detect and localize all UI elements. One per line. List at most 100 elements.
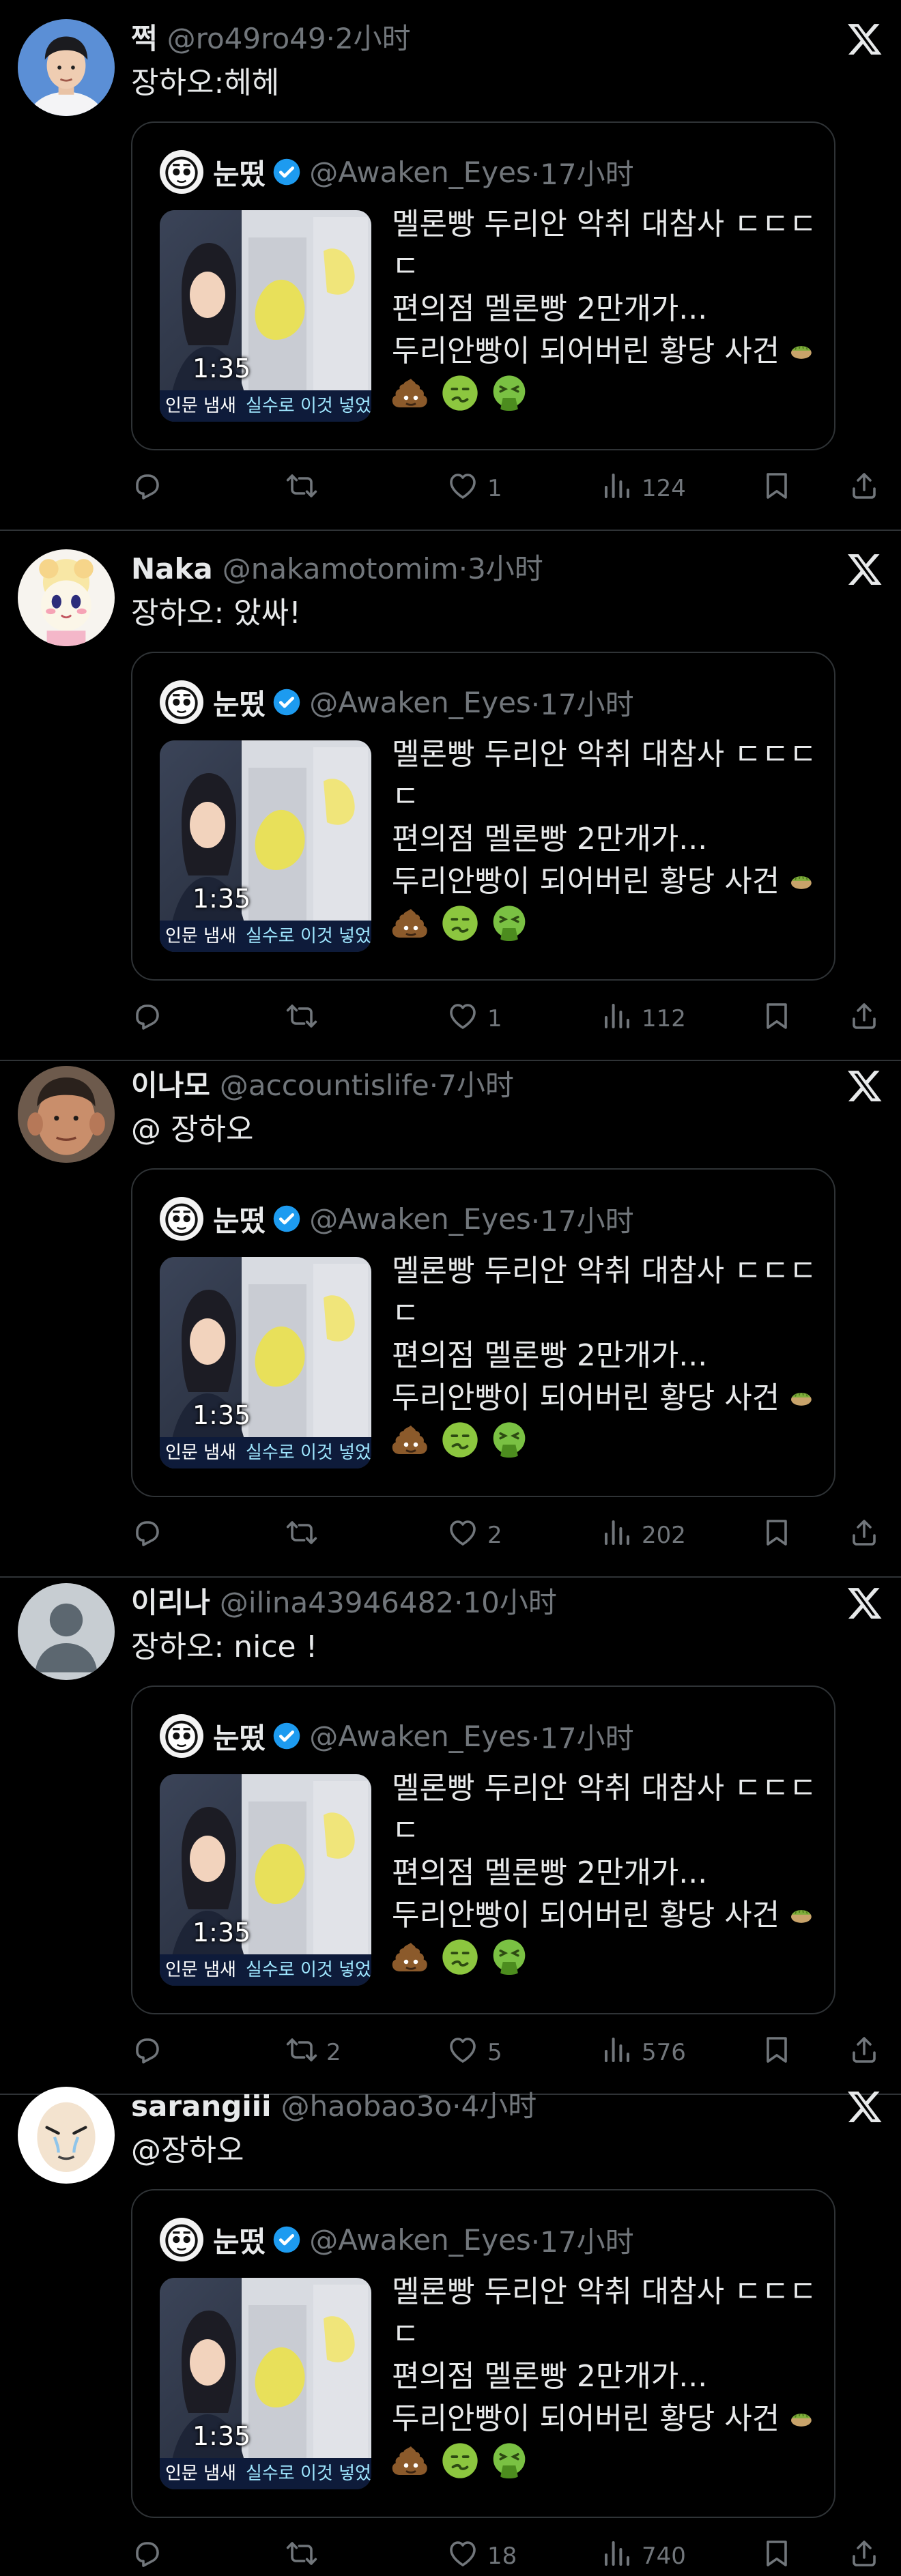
quoted-display-name: 눈떴	[213, 687, 266, 721]
quoted-display-name: 눈떴	[213, 1721, 266, 1755]
quoted-timestamp: ·17小时	[530, 2225, 634, 2259]
retweet-button[interactable]	[285, 1515, 326, 1556]
tweet-divider	[0, 1060, 901, 1061]
like-button[interactable]: 5	[446, 2032, 502, 2073]
emoji-row	[392, 1938, 814, 1976]
video-thumbnail[interactable]: 인문 냄새 실수로 이것 넣었 1:35	[160, 1774, 371, 1986]
reply-tweet[interactable]: sarangiii @haobao3o ·4小时 @장하오 눈떴 @Awaken_Eyes…	[0, 2087, 901, 2576]
like-button[interactable]: 1	[446, 998, 502, 1039]
quoted-text-line: ㄷ	[392, 249, 420, 284]
tweet-timestamp[interactable]: ·2小时	[326, 19, 411, 59]
user-handle[interactable]: @ilina43946482	[220, 1583, 454, 1623]
quoted-tweet-card[interactable]: 눈떴 @Awaken_Eyes ·17小时 인문 냄새 실수로 이것 넣었 1:35 멜론빵…	[131, 652, 835, 981]
video-thumbnail[interactable]: 인문 냄새 실수로 이것 넣었 1:35	[160, 210, 371, 422]
durian-emoji-icon	[789, 1379, 814, 1417]
bookmark-button[interactable]	[760, 468, 793, 509]
video-duration: 1:35	[192, 353, 251, 383]
nauseated-face-emoji-icon	[441, 1421, 479, 1459]
bookmark-button[interactable]	[760, 2032, 793, 2073]
reply-button[interactable]	[131, 2536, 172, 2576]
quoted-text-line-words: 두리안빵이 되어버린 황당 사건	[392, 1380, 780, 1415]
reply-tweet[interactable]: Naka @nakamotomim ·3小时 장하오: 았싸! 눈떴 @Awaken_Ey…	[0, 549, 901, 1041]
like-button[interactable]: 1	[446, 468, 502, 509]
video-thumbnail[interactable]: 인문 냄새 실수로 이것 넣었 1:35	[160, 1257, 371, 1468]
video-caption-right: 실수로 이것 넣었	[245, 926, 371, 946]
display-name[interactable]: 이리나	[131, 1583, 210, 1623]
views-count: 202	[642, 1522, 686, 1549]
views-button[interactable]: 740	[601, 2536, 686, 2576]
like-button[interactable]: 2	[446, 1515, 502, 1556]
nauseated-face-emoji-icon	[441, 374, 479, 412]
retweet-button[interactable]: 2	[285, 2032, 341, 2073]
tweet-text: 장하오:헤헤	[131, 66, 280, 100]
quoted-tweet-text: 멜론빵 두리안 악취 대참사 ㄷㄷㄷㄷㄷ 편의점 멜론빵 2만개가... 두리안빵이…	[392, 734, 814, 942]
quoted-text-line: 멜론빵 두리안 악취 대참사 ㄷㄷㄷㄷ	[392, 2274, 814, 2309]
video-caption-left: 인문 냄새	[165, 396, 236, 416]
bookmark-icon	[760, 469, 793, 508]
share-button[interactable]	[848, 468, 881, 509]
poop-emoji-icon	[392, 1421, 430, 1459]
quoted-text-line: 편의점 멜론빵 2만개가...	[392, 1338, 708, 1373]
like-button[interactable]: 18	[446, 2536, 517, 2576]
bookmark-icon	[760, 1000, 793, 1039]
nauseated-face-emoji-icon	[441, 2442, 479, 2480]
tweet-timestamp[interactable]: ·10小时	[454, 1583, 557, 1623]
user-handle[interactable]: @accountislife	[220, 1066, 429, 1105]
quoted-text-line: 편의점 멜론빵 2만개가...	[392, 822, 708, 856]
quoted-text-line: 편의점 멜론빵 2만개가...	[392, 2359, 708, 2394]
views-count: 112	[642, 1005, 686, 1032]
user-handle[interactable]: @haobao3o	[281, 2087, 453, 2126]
user-handle[interactable]: @nakamotomim	[223, 549, 459, 589]
share-button[interactable]	[848, 2032, 881, 2073]
share-icon	[848, 469, 881, 508]
tweet-text: @장하오	[131, 2133, 244, 2168]
tweet-text: 장하오: 았싸!	[131, 596, 301, 631]
quoted-tweet-card[interactable]: 눈떴 @Awaken_Eyes ·17小时 인문 냄새 실수로 이것 넣었 1:35 멜론빵…	[131, 1685, 835, 2014]
reply-tweet[interactable]: 이나모 @accountislife ·7小时 @ 장하오 눈떴 @Awaken_Eyes…	[0, 1066, 901, 1557]
reply-button[interactable]	[131, 468, 172, 509]
quoted-tweet-card[interactable]: 눈떴 @Awaken_Eyes ·17小时 인문 냄새 실수로 이것 넣었 1:35 멜론빵…	[131, 121, 835, 450]
quoted-text-line: 두리안빵이 되어버린 황당 사건	[392, 2398, 814, 2440]
reply-button[interactable]	[131, 1515, 172, 1556]
views-icon	[601, 1000, 633, 1039]
bookmark-button[interactable]	[760, 2536, 793, 2576]
reply-button[interactable]	[131, 2032, 172, 2073]
poop-emoji-icon	[392, 374, 430, 412]
share-button[interactable]	[848, 2536, 881, 2576]
user-avatar[interactable]	[18, 549, 115, 646]
quoted-tweet-card[interactable]: 눈떴 @Awaken_Eyes ·17小时 인문 냄새 실수로 이것 넣었 1:35 멜론빵…	[131, 2189, 835, 2518]
retweet-button[interactable]	[285, 998, 326, 1039]
video-thumbnail[interactable]: 인문 냄새 실수로 이것 넣었 1:35	[160, 740, 371, 952]
display-name[interactable]: Naka	[131, 549, 213, 589]
reply-tweet[interactable]: 이리나 @ilina43946482·10小时 장하오: nice ! 눈떴 @Awak…	[0, 1583, 901, 2074]
display-name[interactable]: 이나모	[131, 1066, 210, 1105]
views-button[interactable]: 112	[601, 998, 686, 1039]
tweet-text: 장하오: nice !	[131, 1630, 318, 1664]
views-button[interactable]: 202	[601, 1515, 686, 1556]
share-button[interactable]	[848, 998, 881, 1039]
user-avatar[interactable]	[18, 19, 115, 116]
video-caption-right: 실수로 이것 넣었	[245, 1960, 371, 1980]
user-avatar[interactable]	[18, 1066, 115, 1163]
views-button[interactable]: 124	[601, 468, 686, 509]
display-name[interactable]: 쩍	[131, 19, 158, 59]
retweet-button[interactable]	[285, 2536, 326, 2576]
share-button[interactable]	[848, 1515, 881, 1556]
retweet-button[interactable]	[285, 468, 326, 509]
user-handle[interactable]: @ro49ro49	[167, 19, 326, 59]
bookmark-button[interactable]	[760, 998, 793, 1039]
tweet-timestamp[interactable]: ·4小时	[452, 2087, 537, 2126]
emoji-row	[392, 904, 814, 942]
reply-button[interactable]	[131, 998, 172, 1039]
user-avatar[interactable]	[18, 1583, 115, 1680]
tweet-timestamp[interactable]: ·7小时	[429, 1066, 514, 1105]
tweet-timestamp[interactable]: ·3小时	[459, 549, 543, 589]
tweet-header: 이리나 @ilina43946482·10小时	[131, 1583, 805, 1623]
quoted-tweet-card[interactable]: 눈떴 @Awaken_Eyes ·17小时 인문 냄새 실수로 이것 넣었 1:35 멜론빵…	[131, 1168, 835, 1497]
video-thumbnail[interactable]: 인문 냄새 실수로 이것 넣었 1:35	[160, 2278, 371, 2489]
user-avatar[interactable]	[18, 2087, 115, 2184]
bookmark-button[interactable]	[760, 1515, 793, 1556]
reply-tweet[interactable]: 쩍 @ro49ro49·2小时 장하오:헤헤눈떴 @Awaken_Eyes ·17小时 인…	[0, 19, 901, 510]
display-name[interactable]: sarangiii	[131, 2087, 272, 2126]
views-button[interactable]: 576	[601, 2032, 686, 2073]
